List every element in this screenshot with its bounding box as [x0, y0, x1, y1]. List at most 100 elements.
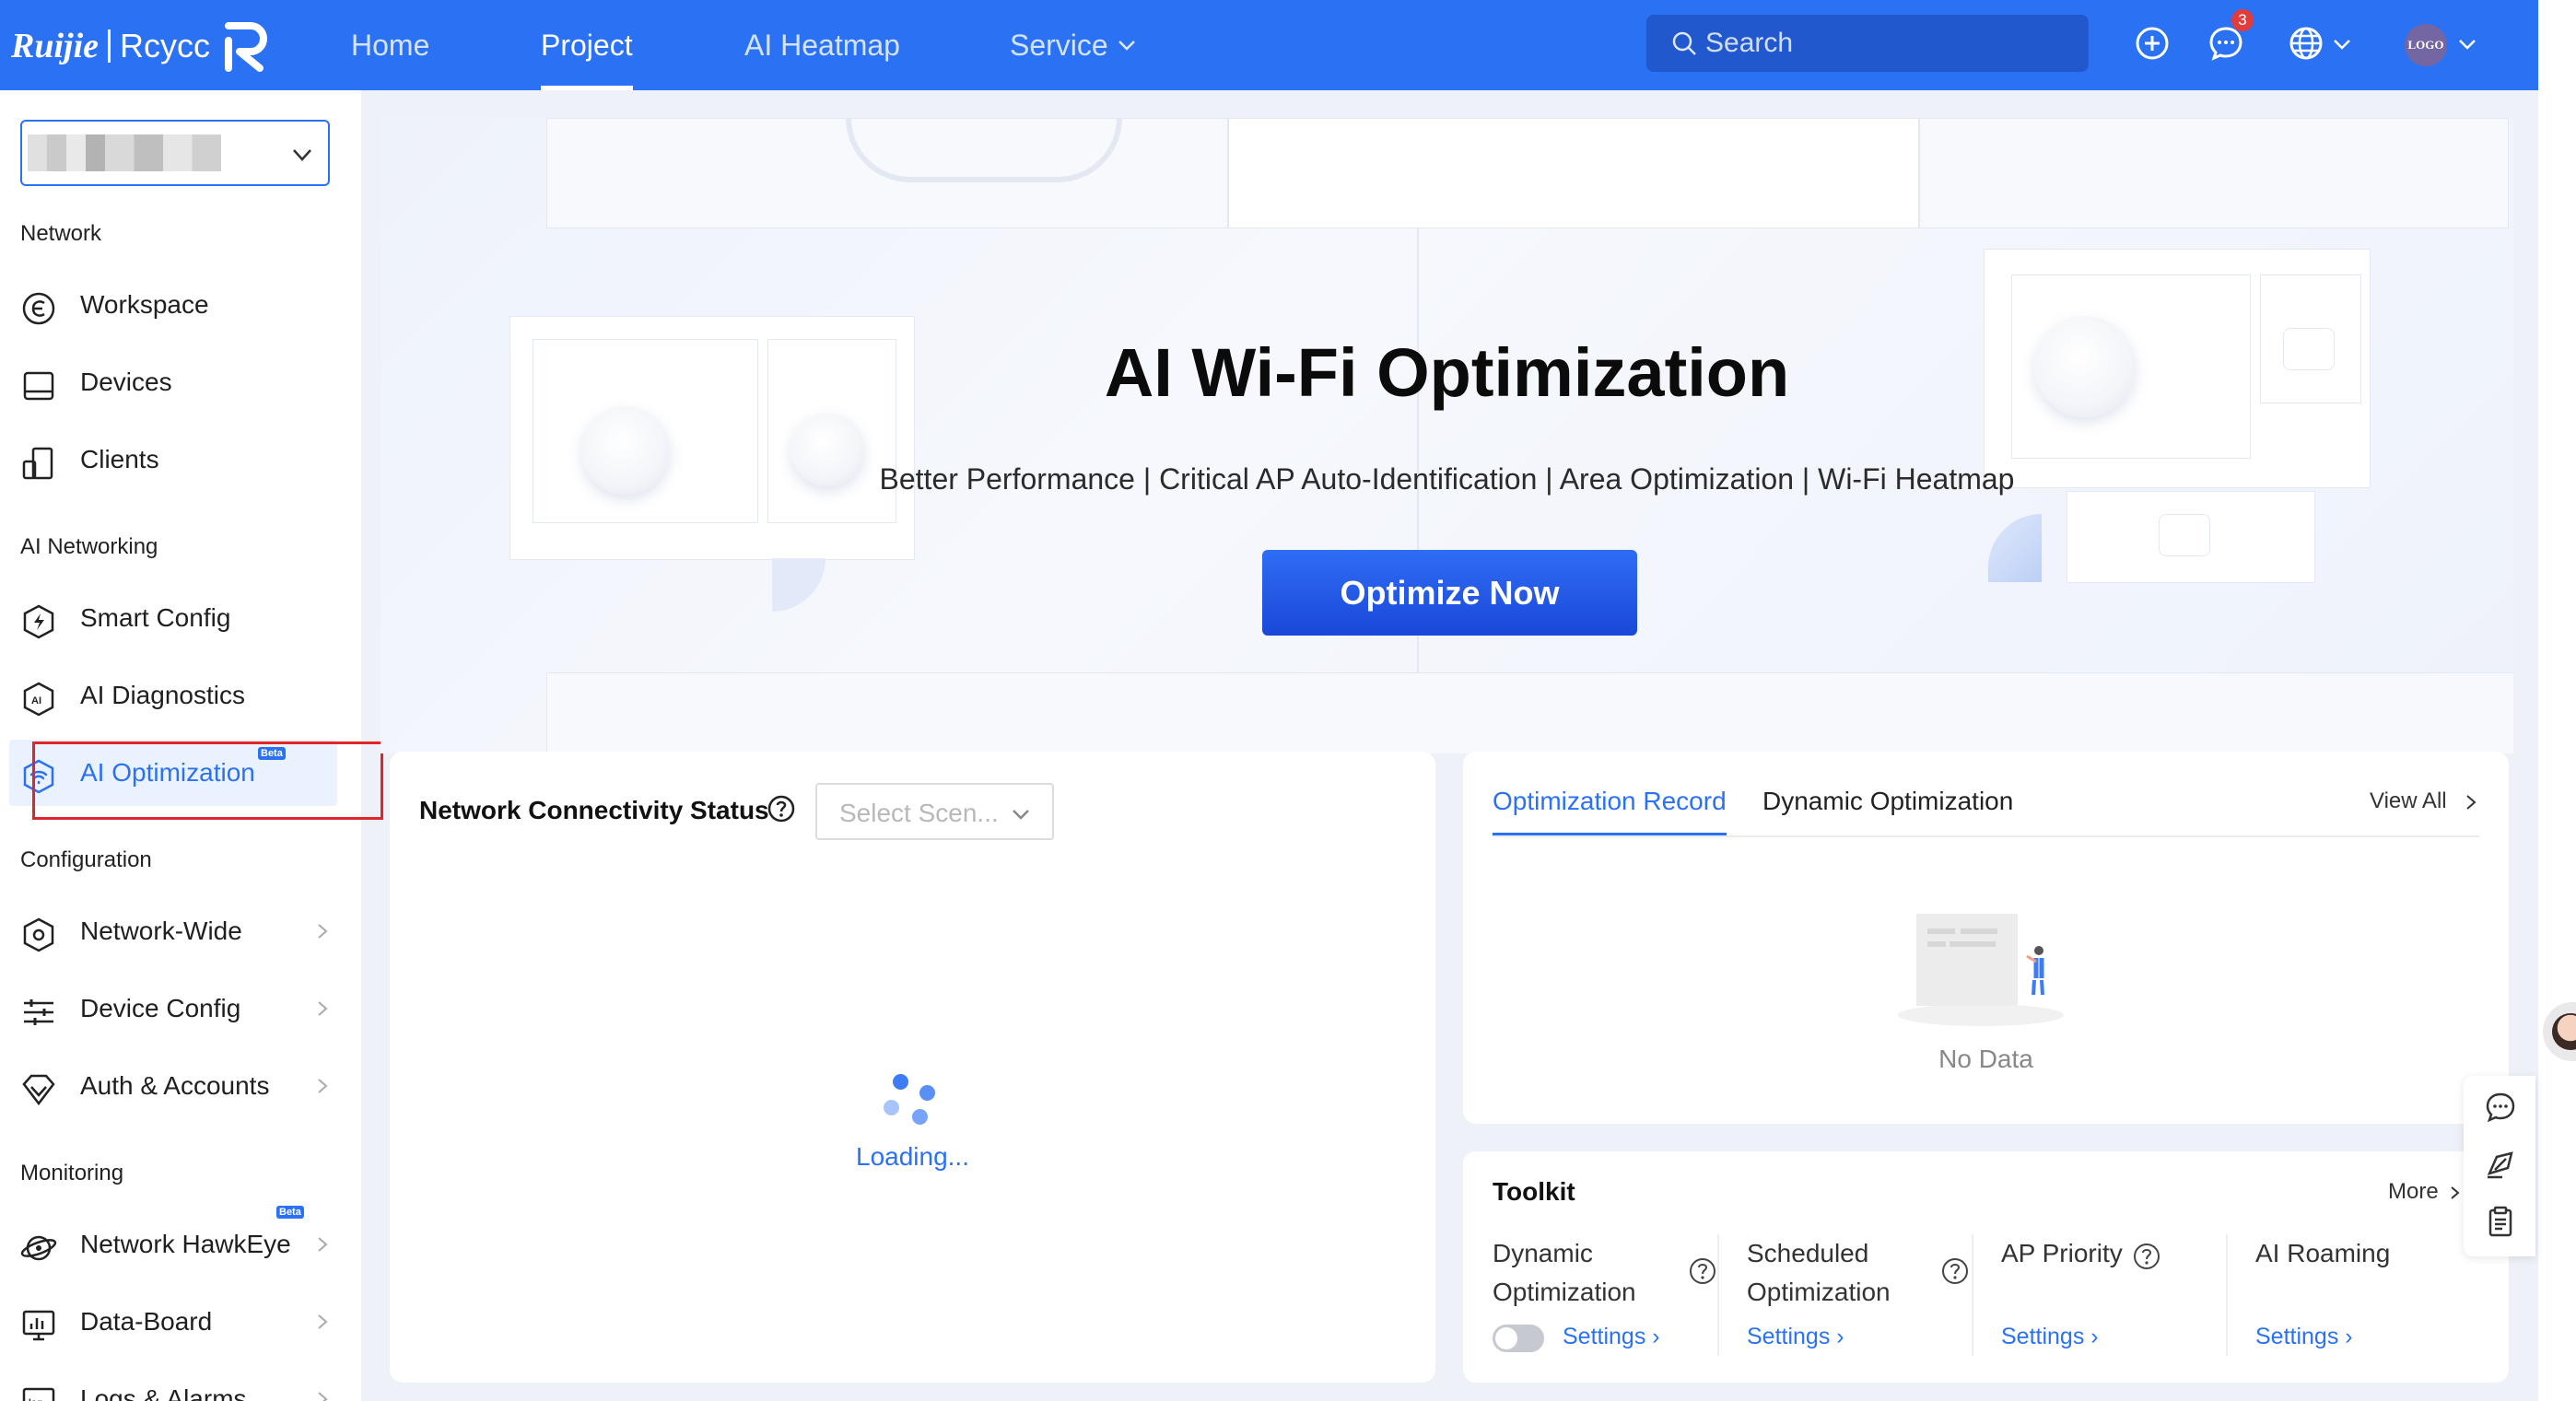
ai-diagnostics-icon: AI [23, 682, 54, 717]
dynamic-optimization-toggle[interactable] [1493, 1325, 1544, 1352]
tool-settings-link[interactable]: Settings › [1747, 1323, 1844, 1350]
loading-spinner-icon [879, 1068, 943, 1133]
sidebar-item-data-board[interactable]: Data-Board [0, 1289, 361, 1355]
workspace-icon [22, 292, 55, 325]
avatar[interactable]: LOGO [2405, 24, 2447, 66]
sidebar-item-auth-accounts[interactable]: Auth & Accounts [0, 1053, 361, 1119]
sidebar-item-smart-config[interactable]: Smart Config [0, 585, 361, 651]
hero-decor-shape [772, 558, 825, 612]
hero-features: Better Performance | Critical AP Auto-Id… [879, 462, 2015, 496]
nav-home[interactable]: Home [351, 0, 429, 90]
tool-name: AI Roaming [2255, 1239, 2391, 1267]
tool-name: Scheduled Optimization [1747, 1239, 1891, 1306]
sidebar-item-logs-alarms[interactable]: log Logs & Alarms [0, 1366, 361, 1401]
clipboard-icon[interactable] [2484, 1205, 2517, 1238]
toolkit-card: Toolkit More Dynamic Optimization Settin… [1463, 1151, 2509, 1383]
auth-icon [22, 1074, 55, 1106]
tool-scheduled-optimization: Scheduled Optimization Settings › [1747, 1234, 1931, 1363]
nav-project[interactable]: Project [541, 0, 633, 90]
nav-project-label: Project [541, 28, 633, 62]
settings-label: Settings [1747, 1324, 1831, 1349]
hero-decor-shape [846, 118, 1122, 182]
sidebar-item-label: Smart Config [80, 603, 231, 632]
sidebar-item-label: AI Diagnostics [80, 681, 245, 709]
more-link[interactable]: More [2388, 1179, 2463, 1205]
tool-settings-link[interactable]: Settings › [2255, 1323, 2353, 1350]
sidebar-item-network-hawkeye[interactable]: Network HawkEye Beta [0, 1206, 361, 1278]
chevron-down-icon [1118, 41, 1135, 51]
help-icon[interactable] [767, 794, 796, 823]
logo-separator [108, 29, 111, 63]
logo-brand-text: Ruijie [11, 27, 100, 65]
sidebar-item-clients[interactable]: Clients [0, 426, 361, 493]
chevron-down-icon [293, 149, 311, 161]
nav-service-label: Service [1010, 28, 1108, 62]
device-config-icon [24, 999, 53, 1025]
search-input[interactable]: Search [1646, 15, 2089, 72]
blurred-project-name [28, 134, 221, 171]
chevron-right-icon [318, 1079, 328, 1093]
access-point-image [2159, 514, 2210, 556]
sidebar-item-label: Clients [80, 445, 159, 473]
sidebar-item-devices[interactable]: Devices [0, 349, 361, 415]
help-icon[interactable] [1940, 1256, 1970, 1286]
sidebar-item-label: Auth & Accounts [80, 1071, 270, 1100]
sidebar-item-device-config[interactable]: Device Config [0, 975, 361, 1042]
help-icon[interactable] [1688, 1256, 1717, 1286]
tool-name: AP Priority [2001, 1239, 2123, 1267]
spinner-dot [919, 1085, 935, 1101]
language-chevron-icon[interactable] [2331, 33, 2353, 55]
no-data-illustration-icon [1898, 914, 2064, 1026]
hawkeye-icon [20, 1235, 57, 1261]
hero-banner: AI Wi-Fi Optimization Better Performance… [381, 118, 2513, 753]
spinner-dot [893, 1074, 908, 1090]
chevron-right-icon [318, 1001, 328, 1016]
hero-title: AI Wi-Fi Optimization [1104, 334, 1790, 411]
devices-icon [23, 371, 54, 401]
sidebar-item-label: Network HawkEye [80, 1230, 291, 1258]
section-monitoring: Monitoring [20, 1161, 124, 1185]
sidebar-item-workspace[interactable]: Workspace [0, 272, 361, 338]
nav-ai-heatmap[interactable]: AI Heatmap [744, 0, 900, 90]
sidebar-item-network-wide[interactable]: Network-Wide [0, 898, 361, 964]
optimization-record-card: Optimization Record Dynamic Optimization… [1463, 752, 2509, 1124]
clients-icon [22, 447, 53, 480]
scenario-select-placeholder: Select Scen... [839, 799, 999, 827]
loading-text: Loading... [856, 1142, 969, 1171]
logo-r-icon [225, 22, 267, 72]
chevron-down-icon [1013, 810, 1029, 820]
globe-icon[interactable] [2287, 24, 2325, 63]
chevron-right-icon [2451, 1185, 2460, 1199]
help-icon[interactable] [2132, 1242, 2161, 1271]
scenario-select[interactable]: Select Scen... [815, 783, 1054, 840]
search-placeholder: Search [1705, 28, 1794, 58]
settings-label: Settings [2001, 1324, 2085, 1349]
account-chevron-icon[interactable] [2456, 33, 2478, 55]
floating-toolbar [2464, 1076, 2535, 1256]
tab-optimization-record[interactable]: Optimization Record [1493, 787, 1727, 836]
smart-config-icon [23, 604, 54, 639]
tool-name: Dynamic Optimization [1493, 1239, 1636, 1306]
chevron-right-icon [318, 1237, 328, 1252]
tool-settings-link[interactable]: Settings › [2001, 1323, 2099, 1350]
no-data-text: No Data [1938, 1045, 2033, 1073]
nav-home-label: Home [351, 28, 430, 62]
optimize-now-button[interactable]: Optimize Now [1262, 550, 1637, 636]
feedback-icon[interactable] [2484, 1148, 2517, 1181]
add-icon[interactable] [2133, 24, 2172, 63]
chat-icon[interactable] [2484, 1091, 2517, 1124]
network-connectivity-card: Network Connectivity Status Select Scen.… [390, 752, 1435, 1383]
tool-divider [1717, 1234, 1719, 1356]
settings-label: Settings [1563, 1324, 1646, 1349]
logo-sub-text: Rcycc [120, 27, 211, 64]
logs-icon: log [22, 1387, 55, 1401]
tool-settings-link[interactable]: Settings › [1563, 1323, 1660, 1350]
nav-service[interactable]: Service [1010, 0, 1138, 90]
top-navigation-bar: Ruijie Rcycc Home Project AI Heatmap Ser… [0, 0, 2538, 90]
sidebar-item-ai-diagnostics[interactable]: AI AI Diagnostics [0, 662, 361, 729]
brand-logo[interactable]: Ruijie Rcycc [11, 20, 271, 72]
view-all-link[interactable]: View All [2370, 788, 2480, 814]
project-selector[interactable] [20, 120, 330, 186]
settings-label: Settings [2255, 1324, 2339, 1349]
tab-dynamic-optimization[interactable]: Dynamic Optimization [1762, 787, 2013, 816]
